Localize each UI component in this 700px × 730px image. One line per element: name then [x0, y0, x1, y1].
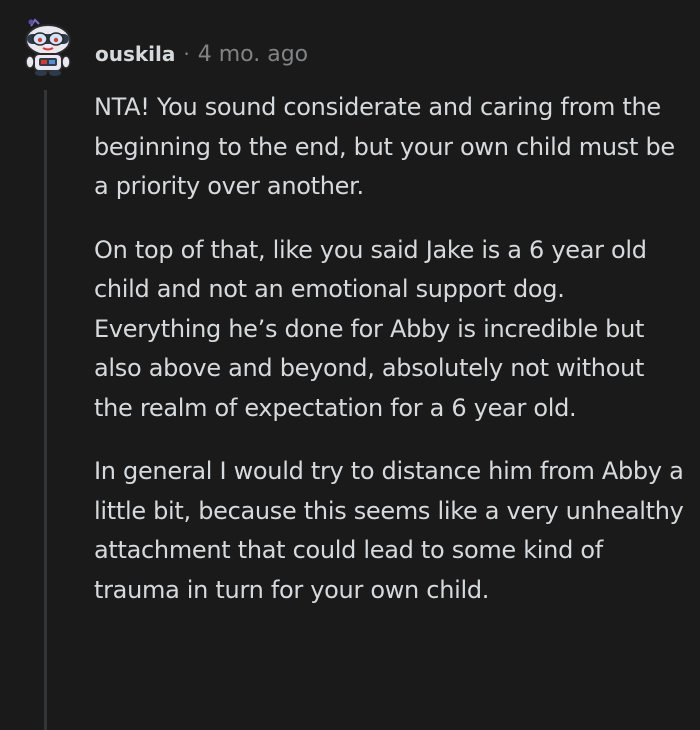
comment-paragraph: In general I would try to distance him f… [94, 457, 684, 604]
comment-paragraph: On top of that, like you said Jake is a … [94, 235, 647, 422]
comment-body: NTA! You sound considerate and caring fr… [94, 88, 684, 634]
comment-timestamp[interactable]: 4 mo. ago [198, 42, 308, 67]
avatar[interactable] [17, 16, 79, 78]
comment-header: ouskila · 4 mo. ago [95, 38, 308, 70]
thread-collapse-line[interactable] [44, 90, 47, 730]
meta-separator: · [183, 42, 190, 66]
author-username[interactable]: ouskila [95, 42, 175, 66]
comment-paragraph: NTA! You sound considerate and caring fr… [94, 93, 675, 200]
comment: ouskila · 4 mo. ago NTA! You sound consi… [0, 0, 700, 730]
snoo-avatar-icon [25, 18, 71, 76]
